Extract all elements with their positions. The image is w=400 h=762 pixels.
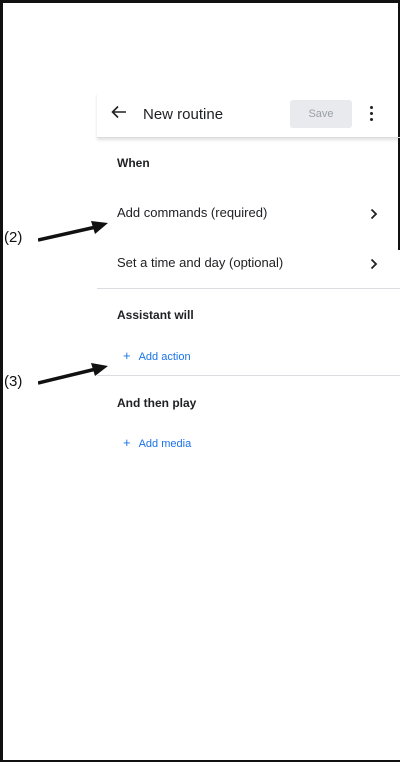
annotation-label-3: (3) — [4, 373, 23, 390]
chevron-right-icon — [369, 257, 379, 271]
plus-icon: + — [123, 435, 131, 450]
add-commands-row[interactable]: Add commands (required) — [97, 199, 400, 229]
section-divider — [97, 375, 400, 376]
and-then-play-heading: And then play — [117, 396, 197, 410]
arrow-back-icon[interactable] — [109, 102, 129, 122]
annotation-arrow-icon — [38, 363, 108, 385]
annotation-label-2: (2) — [4, 229, 23, 246]
set-time-label: Set a time and day (optional) — [117, 255, 284, 270]
annotation-arrow-icon — [38, 221, 108, 242]
app-bar: New routine Save — [97, 93, 400, 138]
when-heading: When — [117, 156, 150, 170]
section-divider — [97, 288, 400, 289]
add-commands-label: Add commands (required) — [117, 205, 268, 220]
save-button[interactable]: Save — [290, 100, 352, 128]
plus-icon: + — [123, 348, 131, 363]
add-action-label: Add action — [138, 351, 191, 363]
add-media-label: Add media — [138, 438, 192, 450]
add-action-button[interactable]: + Add action — [123, 348, 191, 363]
routine-editor: New routine Save When Add commands (requ… — [97, 93, 400, 762]
add-media-button[interactable]: + Add media — [123, 435, 191, 450]
chevron-right-icon — [369, 207, 379, 221]
more-vert-icon[interactable] — [365, 103, 377, 125]
page-title: New routine — [143, 106, 224, 123]
set-time-row[interactable]: Set a time and day (optional) — [97, 249, 400, 279]
assistant-will-heading: Assistant will — [117, 308, 194, 322]
